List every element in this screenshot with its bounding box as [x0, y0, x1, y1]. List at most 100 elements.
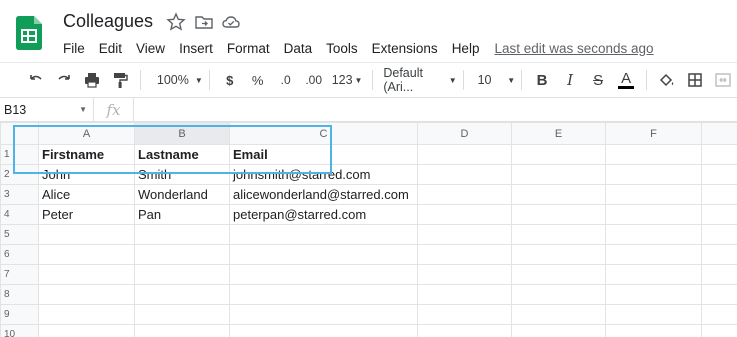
cell[interactable]: [134, 224, 230, 245]
cell[interactable]: Wonderland: [134, 184, 230, 205]
cell[interactable]: Pan: [134, 204, 230, 225]
paint-format-button[interactable]: [106, 66, 134, 94]
menu-file[interactable]: File: [56, 41, 92, 56]
cell[interactable]: [701, 284, 737, 305]
cell[interactable]: [417, 224, 512, 245]
select-all-corner[interactable]: [0, 122, 39, 145]
row-header[interactable]: 8: [0, 284, 39, 305]
cell[interactable]: [605, 184, 702, 205]
cell[interactable]: [38, 284, 135, 305]
cell[interactable]: [417, 164, 512, 185]
strikethrough-button[interactable]: S: [584, 66, 612, 94]
cell[interactable]: [511, 244, 606, 265]
cell[interactable]: [229, 324, 418, 337]
cell[interactable]: [511, 304, 606, 325]
cell[interactable]: [701, 144, 737, 165]
cell[interactable]: [134, 264, 230, 285]
cell[interactable]: [701, 184, 737, 205]
cell[interactable]: [701, 324, 737, 337]
redo-button[interactable]: [50, 66, 78, 94]
cell[interactable]: Email: [229, 144, 418, 165]
column-header-b[interactable]: B: [134, 122, 230, 145]
italic-button[interactable]: I: [556, 66, 584, 94]
sheets-logo-icon[interactable]: [16, 16, 42, 50]
cell[interactable]: [38, 244, 135, 265]
cell[interactable]: [511, 144, 606, 165]
column-header-c[interactable]: C: [229, 122, 418, 145]
menu-data[interactable]: Data: [277, 41, 320, 56]
cell[interactable]: [605, 264, 702, 285]
cell[interactable]: [701, 204, 737, 225]
cell[interactable]: Firstname: [38, 144, 135, 165]
fill-color-button[interactable]: [653, 66, 681, 94]
cell[interactable]: [417, 304, 512, 325]
borders-button[interactable]: [681, 66, 709, 94]
document-title[interactable]: Colleagues: [63, 11, 153, 32]
cell[interactable]: [134, 284, 230, 305]
cell[interactable]: [511, 164, 606, 185]
column-header-g[interactable]: [701, 122, 737, 145]
cell[interactable]: [417, 144, 512, 165]
cell[interactable]: [701, 224, 737, 245]
cell[interactable]: [605, 204, 702, 225]
cell[interactable]: [511, 224, 606, 245]
cell[interactable]: Smith: [134, 164, 230, 185]
cell[interactable]: [511, 264, 606, 285]
menu-format[interactable]: Format: [220, 41, 277, 56]
cell[interactable]: Alice: [38, 184, 135, 205]
cell[interactable]: [134, 244, 230, 265]
cell[interactable]: [417, 324, 512, 337]
percent-format-button[interactable]: %: [244, 66, 272, 94]
print-button[interactable]: [78, 66, 106, 94]
row-header[interactable]: 6: [0, 244, 39, 265]
row-header[interactable]: 2: [0, 164, 39, 185]
cell[interactable]: [229, 304, 418, 325]
row-header[interactable]: 9: [0, 304, 39, 325]
cell[interactable]: [511, 204, 606, 225]
undo-button[interactable]: [22, 66, 50, 94]
column-header-f[interactable]: F: [605, 122, 702, 145]
cell[interactable]: [38, 264, 135, 285]
name-box[interactable]: B13 ▼: [0, 97, 94, 122]
column-header-a[interactable]: A: [38, 122, 135, 145]
cell[interactable]: alicewonderland@starred.com: [229, 184, 418, 205]
cell[interactable]: [229, 284, 418, 305]
column-header-e[interactable]: E: [511, 122, 606, 145]
move-folder-icon[interactable]: [194, 12, 214, 32]
row-header[interactable]: 7: [0, 264, 39, 285]
menu-insert[interactable]: Insert: [172, 41, 220, 56]
cloud-saved-icon[interactable]: [221, 12, 241, 32]
text-color-button[interactable]: A: [612, 66, 640, 94]
cell[interactable]: [701, 164, 737, 185]
font-size-select[interactable]: 10 ▼: [470, 73, 516, 87]
cell[interactable]: [511, 284, 606, 305]
cell[interactable]: [417, 204, 512, 225]
cell[interactable]: [701, 264, 737, 285]
star-icon[interactable]: [166, 12, 186, 32]
cell[interactable]: [605, 144, 702, 165]
currency-format-button[interactable]: $: [216, 66, 244, 94]
menu-extensions[interactable]: Extensions: [365, 41, 445, 56]
formula-input[interactable]: [134, 98, 737, 122]
increase-decimal-button[interactable]: .00: [300, 66, 328, 94]
cell[interactable]: [605, 164, 702, 185]
cell[interactable]: [38, 324, 135, 337]
cell[interactable]: johnsmith@starred.com: [229, 164, 418, 185]
cell[interactable]: [417, 284, 512, 305]
more-formats-select[interactable]: 123 ▼: [328, 73, 367, 87]
cell[interactable]: [229, 224, 418, 245]
cell[interactable]: [229, 264, 418, 285]
cell[interactable]: peterpan@starred.com: [229, 204, 418, 225]
row-header[interactable]: 1: [0, 144, 39, 165]
bold-button[interactable]: B: [528, 66, 556, 94]
cell[interactable]: [417, 244, 512, 265]
menu-edit[interactable]: Edit: [92, 41, 129, 56]
row-header[interactable]: 3: [0, 184, 39, 205]
cell[interactable]: [38, 304, 135, 325]
cell[interactable]: [605, 224, 702, 245]
zoom-select[interactable]: 100% ▼: [147, 73, 203, 87]
menu-tools[interactable]: Tools: [319, 41, 365, 56]
cell[interactable]: [134, 324, 230, 337]
cell[interactable]: [134, 304, 230, 325]
cell[interactable]: Peter: [38, 204, 135, 225]
